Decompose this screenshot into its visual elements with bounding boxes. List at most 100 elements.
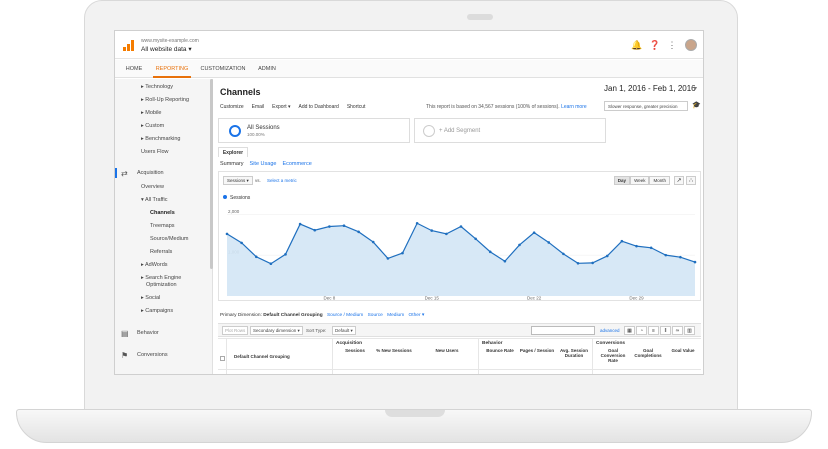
more-vert-icon[interactable]: ⋮ [667,40,677,50]
secondary-dimension-select[interactable]: Secondary dimension ▾ [250,326,303,335]
sessions-point[interactable] [430,229,434,232]
precision-select[interactable]: Slower response, greater precision [604,101,688,111]
sessions-point[interactable] [298,222,302,226]
sessions-point[interactable] [386,257,390,260]
sidebar-item-users-flow[interactable]: Users Flow [141,149,169,155]
sessions-point[interactable] [576,262,580,265]
sessions-point[interactable] [357,230,360,234]
table-view-icon[interactable]: ▦ [624,326,635,335]
sessions-point[interactable] [371,240,375,244]
dimension-source[interactable]: Source [368,313,383,318]
tab-customization[interactable]: CUSTOMIZATION [199,60,247,78]
bell-icon[interactable]: 🔔 [631,40,642,50]
sidebar-item-rollup[interactable]: ▸ Roll-Up Reporting [141,97,189,103]
col-header-7[interactable]: Goal Completions [631,348,665,358]
sidebar-item-channels[interactable]: Channels [150,210,175,216]
sessions-point[interactable] [605,254,609,258]
sidebar-item-treemaps[interactable]: Treemaps [150,223,175,229]
col-header-4[interactable]: Pages / Session [519,348,555,353]
dimension-other[interactable]: Other ▾ [409,313,425,318]
sidebar-scrollbar[interactable] [210,79,213,269]
sessions-point[interactable] [225,232,229,236]
sidebar-item-behavior[interactable]: Behavior [137,330,159,336]
sidebar-item-custom[interactable]: ▸ Custom [141,123,164,129]
col-header-6[interactable]: Goal Conversion Rate [596,348,630,363]
sidebar-item-acquisition[interactable]: Acquisition [137,170,164,176]
sidebar-item-benchmarking[interactable]: ▸ Benchmarking [141,136,180,142]
dimension-source-medium[interactable]: Source / Medium [327,313,363,318]
add-to-dashboard-button[interactable]: Add to Dashboard [299,104,339,110]
list-view-icon[interactable]: ≡ [648,326,659,335]
sessions-point[interactable] [328,225,331,228]
sessions-point[interactable] [313,228,317,232]
learn-more-link[interactable]: Learn more [561,104,587,110]
export-button[interactable]: Export ▾ [272,104,290,110]
tab-explorer[interactable]: Explorer [218,147,248,157]
col-header-8[interactable]: Goal Value [666,348,700,353]
sessions-point[interactable] [269,262,273,266]
sessions-point[interactable] [459,225,463,228]
sessions-point[interactable] [474,237,477,241]
sidebar-item-social[interactable]: ▸ Social [141,295,160,301]
sessions-point[interactable] [518,243,521,247]
sidebar-item-technology[interactable]: ▸ Technology [141,84,173,90]
sidebar-item-campaigns[interactable]: ▸ Campaigns [141,308,173,314]
analytics-logo-icon[interactable] [123,40,135,51]
sidebar-item-mobile[interactable]: ▸ Mobile [141,110,162,116]
bar-view-icon[interactable]: ‖ [660,326,671,335]
sidebar-item-adwords[interactable]: ▸ AdWords [141,262,168,268]
col-header-1[interactable]: % New Sessions [375,348,413,353]
help-icon[interactable]: ❓ [649,40,660,50]
sidebar-item-source-medium[interactable]: Source/Medium [150,236,189,242]
sidebar-item-all-traffic[interactable]: ▾ All Traffic [141,197,168,203]
add-segment[interactable]: + Add Segment [414,118,606,143]
dimension-medium[interactable]: Medium [387,313,404,318]
advanced-link[interactable]: advanced [600,328,620,333]
comparison-view-icon[interactable]: ≃ [672,326,683,335]
sessions-point[interactable] [532,231,536,234]
sessions-point[interactable] [254,255,258,259]
sessions-point[interactable] [401,251,404,255]
table-search-input[interactable] [531,326,595,335]
subtab-site-usage[interactable]: Site Usage [250,161,277,167]
col-header-channel[interactable]: Default Channel Grouping [234,354,290,359]
sessions-point[interactable] [591,261,594,265]
email-button[interactable]: Email [252,104,265,110]
plot-rows-button[interactable]: Plot Rows [222,326,249,335]
sessions-point[interactable] [240,241,243,245]
sessions-point[interactable] [679,255,682,259]
property-selector[interactable]: All website data ▾ [141,45,192,53]
col-header-2[interactable]: New Users [418,348,476,353]
tab-home[interactable]: HOME [121,60,147,78]
graduation-cap-icon[interactable]: 🎓 [692,101,701,109]
shortcut-button[interactable]: Shortcut [347,104,366,110]
date-range-picker[interactable]: Jan 1, 2016 - Feb 1, 2016 [604,84,696,93]
sessions-point[interactable] [693,260,697,264]
sessions-point[interactable] [284,253,287,256]
sessions-point[interactable] [562,252,565,256]
tab-reporting[interactable]: REPORTING [153,60,191,78]
sessions-point[interactable] [620,239,624,243]
sessions-point[interactable] [635,244,638,248]
sort-type-select[interactable]: Default ▾ [332,326,356,335]
pie-view-icon[interactable]: ◔ [636,326,647,335]
sessions-point[interactable] [488,250,492,254]
sidebar-item-referrals[interactable]: Referrals [150,249,172,255]
segment-all-sessions[interactable]: All Sessions 100.00% [218,118,410,143]
sidebar-item-seo[interactable]: ▸ Search Engine [141,275,181,281]
tab-admin[interactable]: ADMIN [255,60,279,78]
avatar[interactable] [685,39,697,51]
sessions-point[interactable] [649,246,653,250]
sessions-point[interactable] [445,232,448,236]
sessions-point[interactable] [415,221,419,225]
sessions-point[interactable] [547,241,551,244]
subtab-ecommerce[interactable]: Ecommerce [282,161,311,167]
sessions-point[interactable] [664,253,668,257]
col-header-0[interactable]: Sessions [336,348,374,353]
subtab-summary[interactable]: Summary [220,161,244,167]
sessions-point[interactable] [503,259,507,263]
sidebar-item-conversions[interactable]: Conversions [137,352,168,358]
chevron-down-icon[interactable]: ▾ [694,85,697,92]
select-all-checkbox[interactable] [220,356,225,361]
col-header-5[interactable]: Avg. Session Duration [556,348,592,358]
